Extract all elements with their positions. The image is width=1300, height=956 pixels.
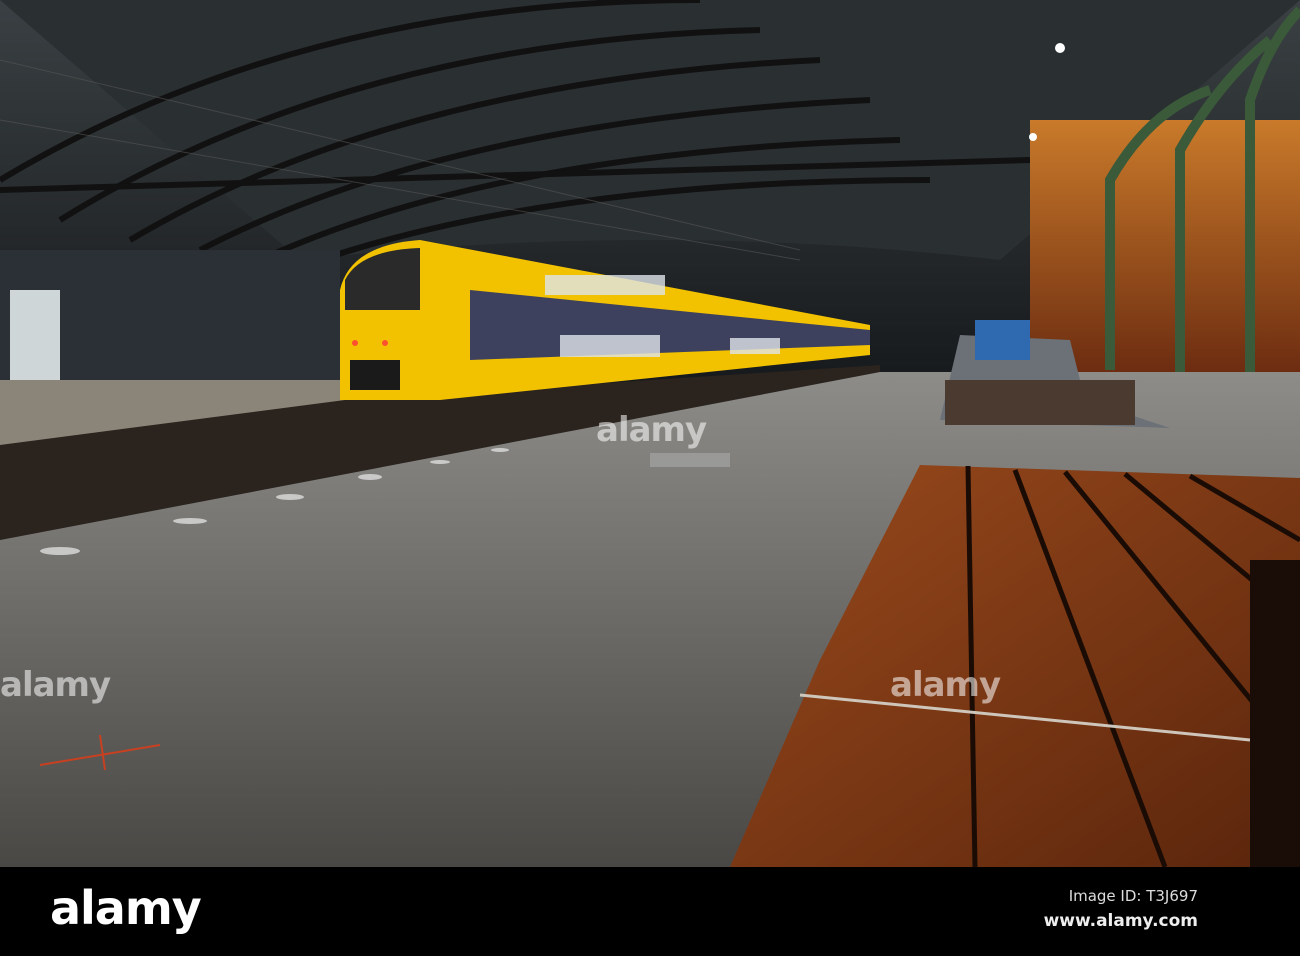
watermark-text: alamy xyxy=(890,665,1001,705)
watermark-text: alamy xyxy=(596,410,707,450)
footer-bar: alamy Image ID: T3J697 www.alamy.com xyxy=(0,867,1300,956)
alamy-logo: alamy xyxy=(50,881,202,935)
image-id: Image ID: T3J697 xyxy=(1068,887,1198,905)
watermark-text: alamy xyxy=(0,665,111,705)
website-link: www.alamy.com xyxy=(1043,911,1198,931)
